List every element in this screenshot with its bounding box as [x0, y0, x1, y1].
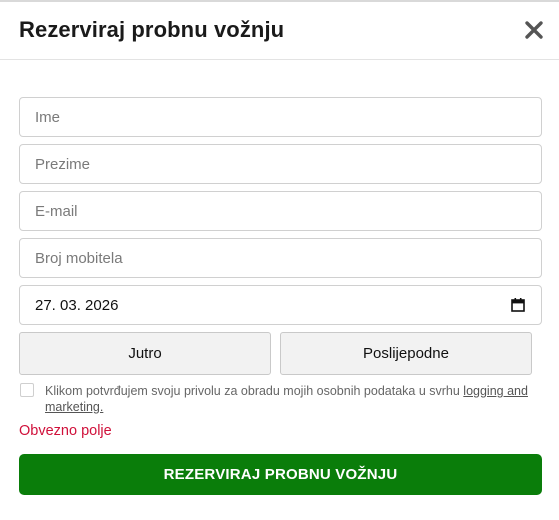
close-icon[interactable] [523, 19, 545, 41]
last-name-input[interactable] [19, 144, 542, 184]
required-field-message: Obvezno polje [19, 423, 112, 439]
consent-row: Klikom potvrđujem svoju privolu za obrad… [19, 381, 542, 415]
time-option-label: Jutro [128, 345, 162, 362]
submit-button[interactable]: REZERVIRAJ PROBNU VOŽNJU [19, 454, 542, 495]
time-option-morning[interactable]: Jutro [19, 332, 271, 375]
consent-text: Klikom potvrđujem svoju privolu za obrad… [45, 383, 542, 415]
consent-checkbox[interactable] [20, 383, 34, 397]
phone-input[interactable] [19, 238, 542, 278]
time-option-afternoon[interactable]: Poslijepodne [280, 332, 532, 375]
consent-label: Klikom potvrđujem svoju privolu za obrad… [45, 384, 460, 398]
modal-header: Rezerviraj probnu vožnju [0, 2, 559, 60]
submit-button-label: REZERVIRAJ PROBNU VOŽNJU [163, 466, 398, 483]
calendar-icon[interactable] [510, 297, 526, 313]
email-input[interactable] [19, 191, 542, 231]
first-name-input[interactable] [19, 97, 542, 137]
time-option-label: Poslijepodne [363, 345, 449, 362]
date-input[interactable]: 27. 03. 2026 [19, 285, 542, 325]
date-value: 27. 03. 2026 [35, 296, 119, 314]
modal-title: Rezerviraj probnu vožnju [19, 17, 285, 42]
